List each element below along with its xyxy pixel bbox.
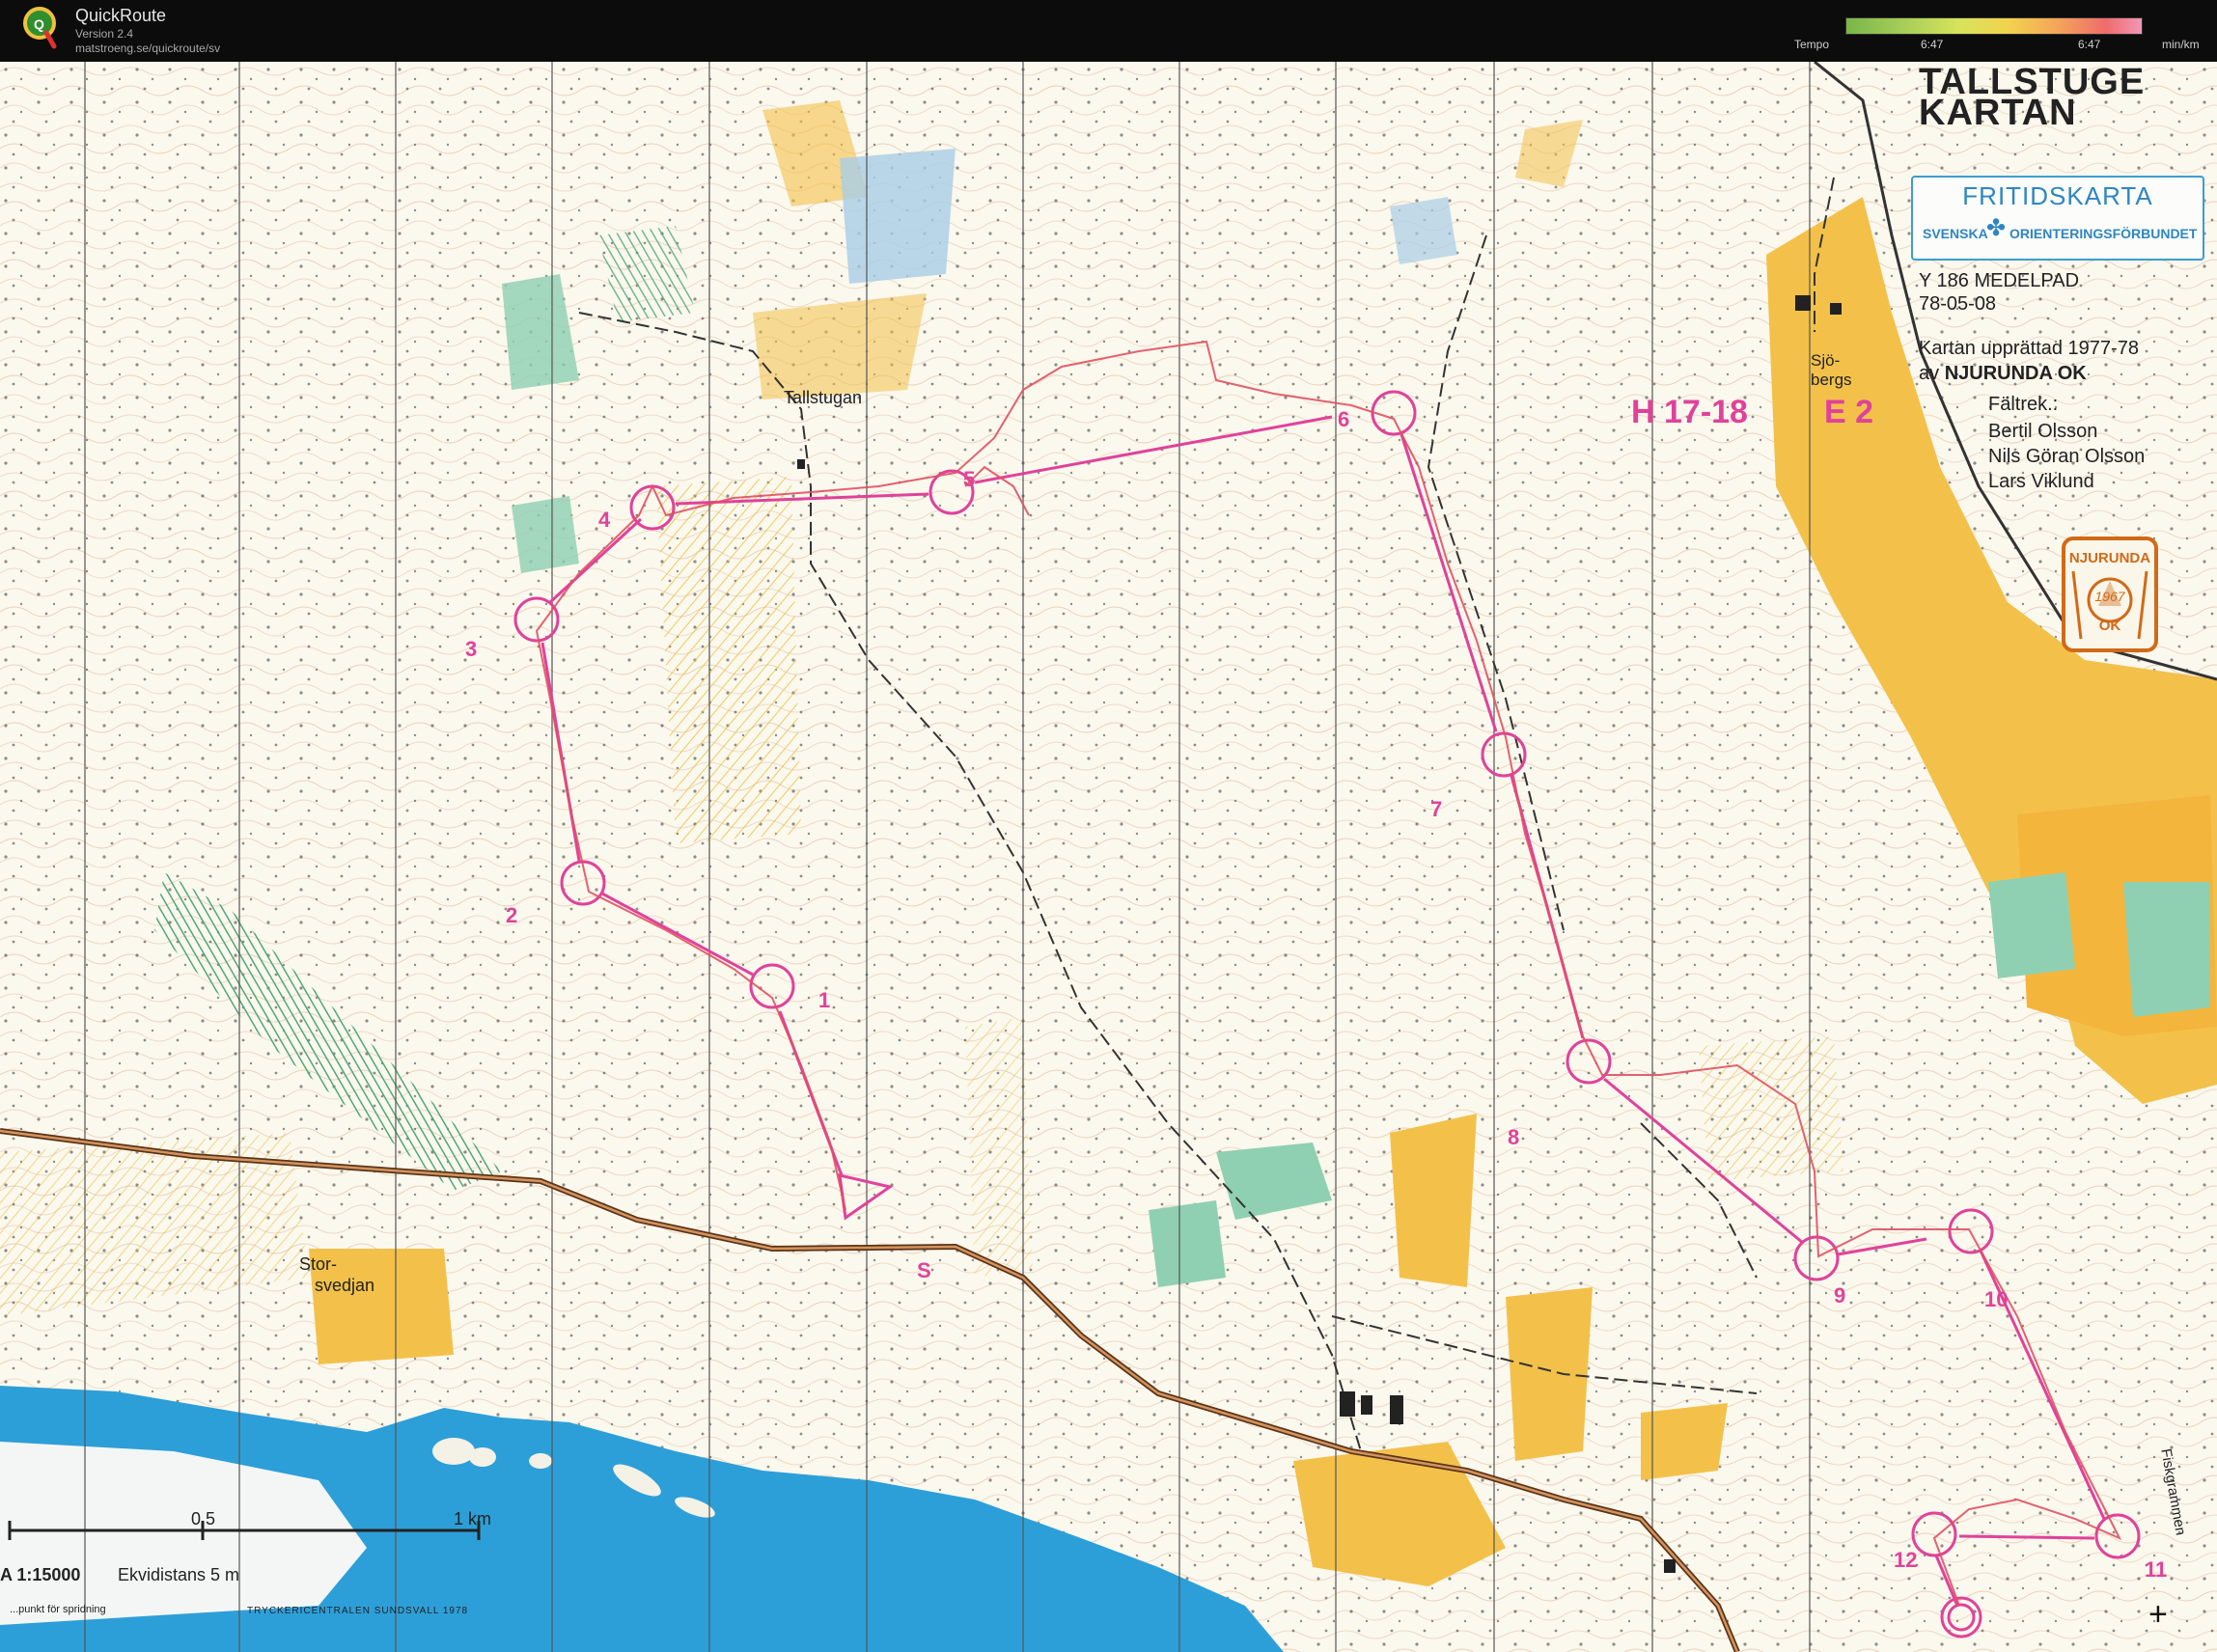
map-date: 78-05-08 [1919,293,1997,315]
fritidskarta-badge: FRITIDSKARTA SVENSKA ✤ ORIENTERINGSFÖRBU… [1911,176,2204,261]
control-number-9: 9 [1834,1283,1846,1308]
club-logo-name: NJURUNDA [2068,550,2151,566]
svenska-label: SVENSKA [1923,226,1988,241]
control-number-3: 3 [465,637,478,661]
orienteringsforbundet-label: ORIENTERINGSFÖRBUNDET [2009,226,2198,241]
faltrek-label: Fältrek.: [1988,394,2059,415]
faltrek-name: Lars Viklund [1988,471,2094,492]
place-storsvedjan-line2: svedjan [315,1276,375,1295]
course-class-label: H 17-18 [1631,394,1748,430]
control-number-10: 10 [1984,1287,2009,1311]
control-number-11: 11 [2145,1557,2168,1582]
faltrek-name: Bertil Olsson [1988,421,2098,442]
start-label: S [917,1258,931,1282]
control-number-12: 12 [1894,1548,1918,1572]
fritidskarta-label: FRITIDSKARTA [1962,181,2153,210]
map-title-line2: KARTAN [1919,93,2077,133]
svg-text:Q: Q [34,16,44,32]
fineprint-right: TRYCKERICENTRALEN SUNDSVALL 1978 [247,1606,469,1616]
club-name: NJURUNDA OK [1944,363,2087,384]
map-club-credit: av NJURUNDA OK [1919,363,2087,385]
faltrek-name: Nils Göran Olsson [1988,446,2146,467]
app-header: Q QuickRoute Version 2.4 matstroeng.se/q… [0,0,2217,62]
tempo-min-value: 6:47 [1921,38,1944,51]
control-number-1: 1 [818,988,831,1012]
tempo-max-value: 6:47 [2078,38,2101,51]
control-number-8: 8 [1508,1125,1520,1149]
map-created-note: Kartan upprättad 1977-78 [1919,338,2139,359]
club-logo-ok: OK [2098,618,2121,634]
tempo-gradient-legend [1845,17,2143,35]
app-version: Version 2.4 [75,27,134,41]
crosshair-icon[interactable]: + [2148,1596,2168,1634]
av-label: av [1919,363,1940,384]
course-e-label: E 2 [1824,394,1874,430]
njurunda-ok-logo: NJURUNDA 1967 OK [2056,533,2164,658]
map-canvas[interactable] [0,62,2217,1652]
quickroute-logo-icon: Q [23,7,57,49]
scale-label-05: 0,5 [191,1509,216,1528]
scale-ratio: A 1:15000 [0,1565,81,1584]
tempo-label: Tempo [1794,38,1830,51]
place-sjobergs-line1: Sjö- [1811,351,1841,370]
orienteering-map[interactable]: TALLSTUGE KARTAN FRITIDSKARTA SVENSKA ✤ … [0,62,2217,1652]
control-number-7: 7 [1430,797,1443,821]
control-number-6: 6 [1338,407,1350,431]
app-title: QuickRoute [75,6,167,25]
control-number-4: 4 [598,508,611,532]
club-logo-year: 1967 [2094,589,2125,604]
place-storsvedjan-line1: Stor- [299,1254,338,1274]
app-url[interactable]: matstroeng.se/quickroute/sv [75,41,220,55]
fineprint-left: ...punkt för spridning [10,1604,106,1615]
scale-label-1km: 1 km [454,1509,492,1528]
map-code: Y 186 MEDELPAD [1919,270,2080,291]
tempo-unit: min/km [2162,38,2200,51]
place-sjobergs-line2: bergs [1811,371,1852,389]
control-number-2: 2 [506,903,518,927]
equidistance-label: Ekvidistans 5 m [118,1565,240,1584]
control-number-5: 5 [963,467,976,491]
place-tallstugan: Tallstugan [784,388,863,407]
federation-emblem-icon: ✤ [1986,215,2007,241]
